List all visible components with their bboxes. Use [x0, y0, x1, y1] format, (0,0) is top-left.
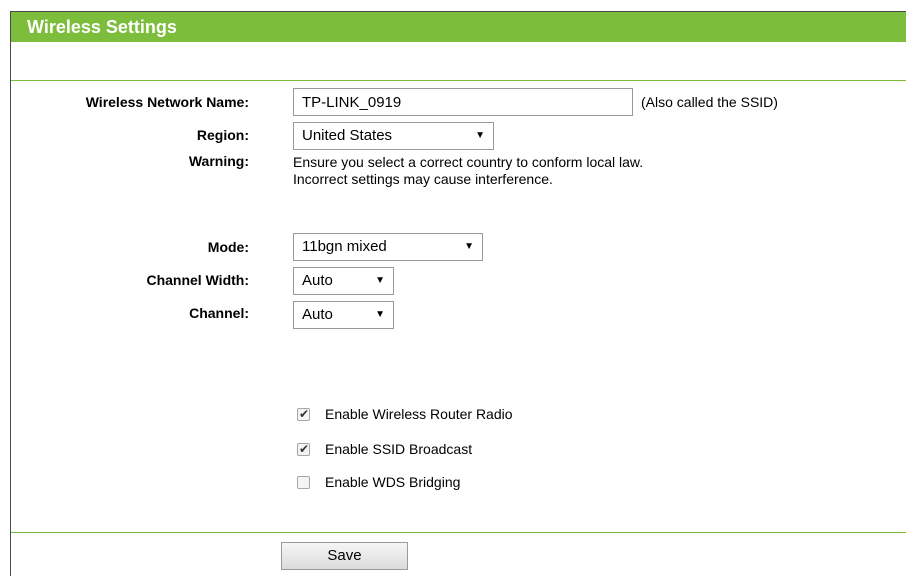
mode-select[interactable]: 11bgn mixed ▼	[293, 233, 483, 261]
enable-wds-label: Enable WDS Bridging	[325, 474, 461, 490]
checkmark-icon: ✔	[299, 406, 310, 421]
enable-radio-option[interactable]: ✔ Enable Wireless Router Radio	[297, 405, 513, 423]
dropdown-arrow-icon: ▼	[464, 241, 474, 252]
enable-radio-label: Enable Wireless Router Radio	[325, 406, 513, 422]
ssid-note: (Also called the SSID)	[641, 94, 778, 110]
channel-value: Auto	[302, 306, 333, 323]
region-label: Region:	[196, 127, 249, 143]
top-divider	[11, 80, 906, 81]
warning-label: Warning:	[188, 153, 249, 169]
enable-wds-checkbox[interactable]	[297, 475, 310, 489]
dropdown-arrow-icon: ▼	[375, 275, 385, 286]
warning-text-line2: Incorrect settings may cause interferenc…	[293, 171, 553, 187]
enable-ssid-broadcast-label: Enable SSID Broadcast	[325, 441, 473, 457]
settings-panel: Wireless Settings Wireless Network Name:…	[10, 11, 906, 576]
region-value: United States	[302, 127, 393, 144]
region-select[interactable]: United States ▼	[293, 122, 494, 150]
checkmark-icon: ✔	[299, 441, 310, 456]
bottom-divider	[11, 532, 906, 533]
ssid-label: Wireless Network Name:	[85, 94, 249, 110]
channel-width-select[interactable]: Auto ▼	[293, 267, 394, 295]
channel-width-value: Auto	[302, 272, 333, 289]
channel-width-label: Channel Width:	[146, 272, 249, 288]
mode-value: 11bgn mixed	[302, 238, 387, 255]
enable-radio-checkbox[interactable]: ✔	[297, 406, 310, 421]
warning-text-line1: Ensure you select a correct country to c…	[293, 154, 644, 170]
channel-label: Channel:	[189, 305, 249, 321]
enable-ssid-broadcast-checkbox[interactable]: ✔	[297, 441, 310, 456]
dropdown-arrow-icon: ▼	[475, 130, 485, 141]
enable-wds-option[interactable]: Enable WDS Bridging	[297, 473, 460, 491]
channel-select[interactable]: Auto ▼	[293, 301, 394, 329]
mode-label: Mode:	[207, 239, 249, 255]
enable-ssid-broadcast-option[interactable]: ✔ Enable SSID Broadcast	[297, 440, 472, 458]
ssid-input[interactable]	[293, 88, 633, 116]
page-title: Wireless Settings	[11, 12, 906, 42]
save-button[interactable]: Save	[281, 542, 408, 570]
dropdown-arrow-icon: ▼	[375, 309, 385, 320]
